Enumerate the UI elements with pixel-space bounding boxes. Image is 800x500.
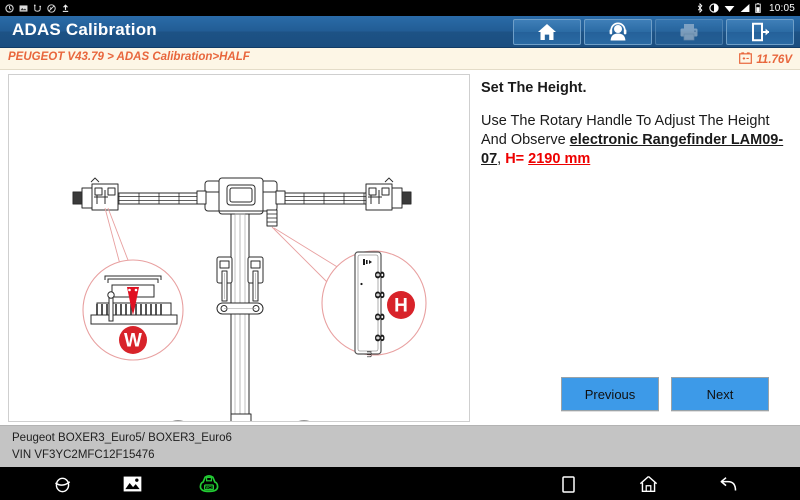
bluetooth-icon: [696, 3, 704, 13]
exit-button[interactable]: [726, 19, 794, 45]
brightness-icon: [709, 3, 719, 13]
rangefinder-digit-4: 8: [372, 334, 388, 342]
previous-button[interactable]: Previous: [561, 377, 659, 411]
breadcrumb: PEUGEOT V43.79 > ADAS Calibration>HALF: [8, 51, 250, 63]
home-nav-icon[interactable]: [636, 472, 660, 496]
battery-icon: [755, 3, 761, 13]
voltage-indicator: 11.76V: [739, 51, 792, 69]
voltage-value: 11.76V: [756, 54, 792, 66]
print-button[interactable]: [655, 19, 723, 45]
app-title-bar: ADAS Calibration: [0, 16, 800, 48]
instruction-panel: Set The Height. Use The Rotary Handle To…: [471, 74, 793, 422]
home-button[interactable]: [513, 19, 581, 45]
status-bar-right-icons: 10:05: [696, 3, 795, 14]
recents-icon[interactable]: [556, 472, 580, 496]
callout-label-w: W: [124, 331, 142, 352]
svg-text:VCI: VCI: [206, 485, 213, 490]
rangefinder-unit-label: m: [365, 351, 374, 358]
next-button[interactable]: Next: [671, 377, 769, 411]
toolbar-buttons: [513, 19, 794, 45]
instruction-body: Use The Rotary Handle To Adjust The Heig…: [481, 112, 785, 169]
page-title: ADAS Calibration: [12, 20, 157, 39]
sync-icon: [5, 3, 14, 13]
headset-user-icon: [607, 22, 629, 42]
vci-connection-icon[interactable]: VCI: [197, 472, 221, 496]
breadcrumb-bar: PEUGEOT V43.79 > ADAS Calibration>HALF 1…: [0, 48, 800, 70]
instruction-text-part2: ,: [497, 151, 506, 167]
vehicle-info-bar: Peugeot BOXER3_Euro5/ BOXER3_Euro6 VIN V…: [0, 425, 800, 467]
callout-w: W: [82, 259, 184, 361]
battery-voltage-icon: [739, 51, 753, 69]
status-bar-left-icons: [5, 3, 70, 13]
navigation-buttons: Previous Next: [471, 377, 793, 413]
android-status-bar: 10:05: [0, 0, 800, 16]
height-value: 2190 mm: [528, 151, 591, 167]
vehicle-model: Peugeot BOXER3_Euro5/ BOXER3_Euro6: [12, 432, 232, 444]
signal-icon: [740, 3, 750, 13]
exit-door-icon: [749, 22, 771, 42]
app-root: 10:05 ADAS Calibration PEUGEOT V43.79 > …: [0, 0, 800, 500]
printer-icon: [678, 22, 700, 42]
usb-icon: [33, 4, 42, 13]
support-button[interactable]: [584, 19, 652, 45]
mute-icon: [47, 3, 56, 13]
home-icon: [536, 22, 558, 42]
callout-h: 8 8 8 8 m H: [321, 250, 427, 358]
back-icon[interactable]: [716, 472, 740, 496]
rangefinder-digit-3: 8: [372, 313, 388, 321]
rangefinder-digit-2: 8: [372, 291, 388, 299]
rangefinder-digit-1: 8: [372, 271, 388, 279]
gallery-icon[interactable]: [120, 472, 144, 496]
instruction-title: Set The Height.: [481, 80, 587, 96]
adas-calibration-frame-diagram: W 8 8 8 8 m H: [72, 177, 427, 421]
upload-icon: [61, 3, 70, 13]
screenshot-icon: [19, 4, 28, 13]
android-nav-bar: VCI: [0, 467, 800, 500]
callout-label-h: H: [394, 296, 408, 317]
height-value-label: H=: [505, 151, 529, 167]
status-bar-clock: 10:05: [768, 2, 795, 14]
wifi-icon: [724, 3, 735, 13]
browser-icon[interactable]: [50, 472, 74, 496]
vehicle-vin: VIN VF3YC2MFC12F15476: [12, 449, 155, 461]
diagram-panel: W 8 8 8 8 m H: [8, 74, 470, 422]
main-content: W 8 8 8 8 m H Set The Height. Use The Ro…: [0, 70, 800, 425]
